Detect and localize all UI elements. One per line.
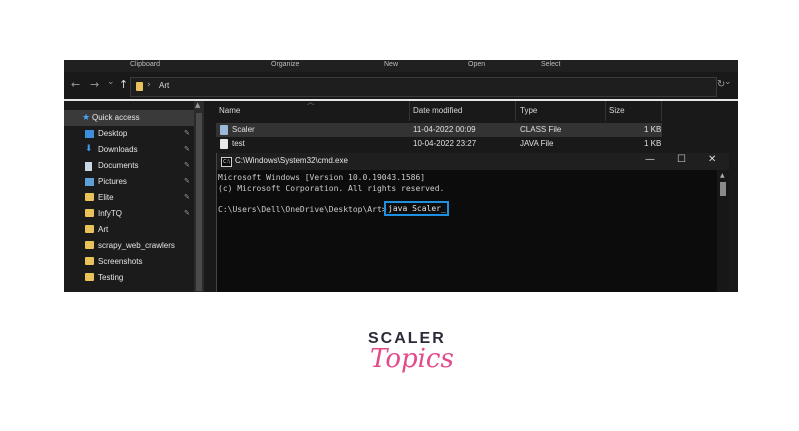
scroll-up-icon[interactable]: ▲ [195, 101, 200, 109]
cmd-title: C:\Windows\System32\cmd.exe [235, 156, 348, 165]
star-icon: ★ [82, 112, 91, 122]
table-row[interactable]: test 10-04-2022 23:27 JAVA File 1 KB [216, 137, 662, 151]
document-icon [85, 162, 92, 171]
breadcrumb-separator: › [147, 80, 151, 90]
file-name: test [232, 139, 245, 148]
sidebar-item-desktop[interactable]: Desktop ✎ [64, 126, 194, 142]
cmd-title-bar[interactable]: C:\ C:\Windows\System32\cmd.exe — ☐ ✕ [217, 153, 729, 170]
sidebar-item-label: Screenshots [98, 257, 143, 266]
table-row[interactable]: Scaler 11-04-2022 00:09 CLASS File 1 KB [216, 123, 662, 137]
sidebar-item-label: Art [98, 225, 109, 234]
file-date: 11-04-2022 00:09 [413, 125, 476, 134]
pin-icon[interactable]: ✎ [184, 193, 190, 201]
minimize-button[interactable]: — [645, 154, 655, 165]
sidebar-item-label: Downloads [98, 145, 138, 154]
sidebar-item-testing[interactable]: Testing [64, 270, 194, 286]
sidebar-item-scrapy-web-crawlers[interactable]: scrapy_web_crawlers [64, 238, 194, 254]
navigation-pane: ★ Quick access Desktop ✎ ⬇ Downloads ✎ D… [64, 101, 194, 292]
folder-icon [85, 193, 94, 201]
column-headers: ︿ Name Date modified Type Size [204, 98, 738, 121]
column-divider[interactable] [605, 101, 606, 121]
cmd-command-text: java Scaler_ [388, 204, 446, 213]
cmd-scrollbar[interactable]: ▲ [717, 170, 729, 292]
forward-arrow-icon[interactable]: → [90, 79, 99, 91]
cmd-command-highlight[interactable]: java Scaler_ [384, 201, 449, 216]
folder-icon [85, 209, 94, 217]
scrollbar-thumb[interactable] [196, 113, 202, 291]
file-type: JAVA File [520, 139, 554, 148]
sidebar-item-label: Desktop [98, 129, 128, 138]
file-icon [220, 139, 228, 149]
download-icon: ⬇ [85, 143, 93, 153]
sidebar-item-label: Documents [98, 161, 139, 170]
folder-icon [85, 257, 94, 265]
pin-icon[interactable]: ✎ [184, 209, 190, 217]
cmd-icon: C:\ [221, 157, 232, 167]
column-header-name[interactable]: Name [219, 106, 240, 115]
cmd-output-line: Microsoft Windows [Version 10.0.19043.15… [218, 173, 426, 182]
column-divider[interactable] [515, 101, 516, 121]
sidebar-item-art[interactable]: Art [64, 222, 194, 238]
file-size: 1 KB [644, 125, 662, 134]
pin-icon[interactable]: ✎ [184, 161, 190, 169]
sidebar-item-label: Pictures [98, 177, 127, 186]
cmd-window: C:\ C:\Windows\System32\cmd.exe — ☐ ✕ Mi… [216, 153, 729, 292]
file-name: Scaler [232, 125, 255, 134]
class-file-icon [220, 125, 228, 135]
column-divider[interactable] [409, 101, 410, 121]
up-arrow-icon[interactable]: ↑ [119, 79, 128, 91]
cmd-output-line: (c) Microsoft Corporation. All rights re… [218, 184, 445, 193]
pictures-icon [85, 178, 94, 186]
refresh-icon[interactable]: ↻ [717, 79, 725, 91]
sidebar-item-elite[interactable]: Elite ✎ [64, 190, 194, 206]
sort-indicator-icon: ︿ [307, 98, 314, 106]
sidebar-item-quick-access[interactable]: ★ Quick access [64, 110, 194, 126]
folder-icon [136, 82, 143, 91]
address-bar-row: ← → ⌄ ↑ › Art ⌄ ↻ [64, 73, 738, 99]
maximize-button[interactable]: ☐ [677, 154, 686, 165]
folder-icon [85, 241, 94, 249]
sidebar-item-label: Elite [98, 193, 114, 202]
sidebar-item-pictures[interactable]: Pictures ✎ [64, 174, 194, 190]
column-divider[interactable] [661, 101, 662, 121]
ribbon-new[interactable]: New [384, 61, 398, 68]
sidebar-item-screenshots[interactable]: Screenshots [64, 254, 194, 270]
pin-icon[interactable]: ✎ [184, 129, 190, 137]
folder-icon [85, 225, 94, 233]
ribbon-open[interactable]: Open [468, 61, 485, 68]
sidebar-item-label: Quick access [92, 113, 140, 122]
file-size: 1 KB [644, 139, 662, 148]
folder-icon [85, 273, 94, 281]
file-date: 10-04-2022 23:27 [413, 139, 477, 148]
scroll-up-icon[interactable]: ▲ [720, 172, 725, 179]
column-header-size[interactable]: Size [609, 106, 625, 115]
sidebar-item-label: scrapy_web_crawlers [98, 241, 175, 250]
back-arrow-icon[interactable]: ← [71, 79, 80, 91]
brand-logo-script: Topics [370, 344, 454, 374]
column-header-type[interactable]: Type [520, 106, 537, 115]
pin-icon[interactable]: ✎ [184, 145, 190, 153]
sidebar-item-downloads[interactable]: ⬇ Downloads ✎ [64, 142, 194, 158]
cmd-prompt: C:\Users\Dell\OneDrive\Desktop\Art> [218, 205, 387, 214]
ribbon-select[interactable]: Select [541, 61, 560, 68]
scrollbar-thumb[interactable] [720, 182, 726, 196]
sidebar-item-label: InfyTQ [98, 209, 123, 218]
breadcrumb-art[interactable]: Art [159, 81, 169, 90]
desktop-icon [85, 130, 94, 138]
recent-locations-icon[interactable]: ⌄ [107, 76, 115, 88]
close-button[interactable]: ✕ [708, 154, 716, 165]
sidebar-item-label: Testing [98, 273, 124, 282]
ribbon-organize[interactable]: Organize [271, 61, 299, 68]
sidebar-item-documents[interactable]: Documents ✎ [64, 158, 194, 174]
address-field[interactable]: › Art [130, 77, 717, 97]
file-type: CLASS File [520, 125, 562, 134]
column-header-date[interactable]: Date modified [413, 106, 462, 115]
ribbon-clipboard[interactable]: Clipboard [130, 61, 160, 68]
pin-icon[interactable]: ✎ [184, 177, 190, 185]
sidebar-item-infytq[interactable]: InfyTQ ✎ [64, 206, 194, 222]
navigation-scrollbar[interactable]: ▲ [194, 101, 204, 292]
screenshot-frame: Clipboard Organize New Open Select ← → ⌄… [64, 60, 738, 292]
ribbon-groups: Clipboard Organize New Open Select [64, 60, 738, 72]
